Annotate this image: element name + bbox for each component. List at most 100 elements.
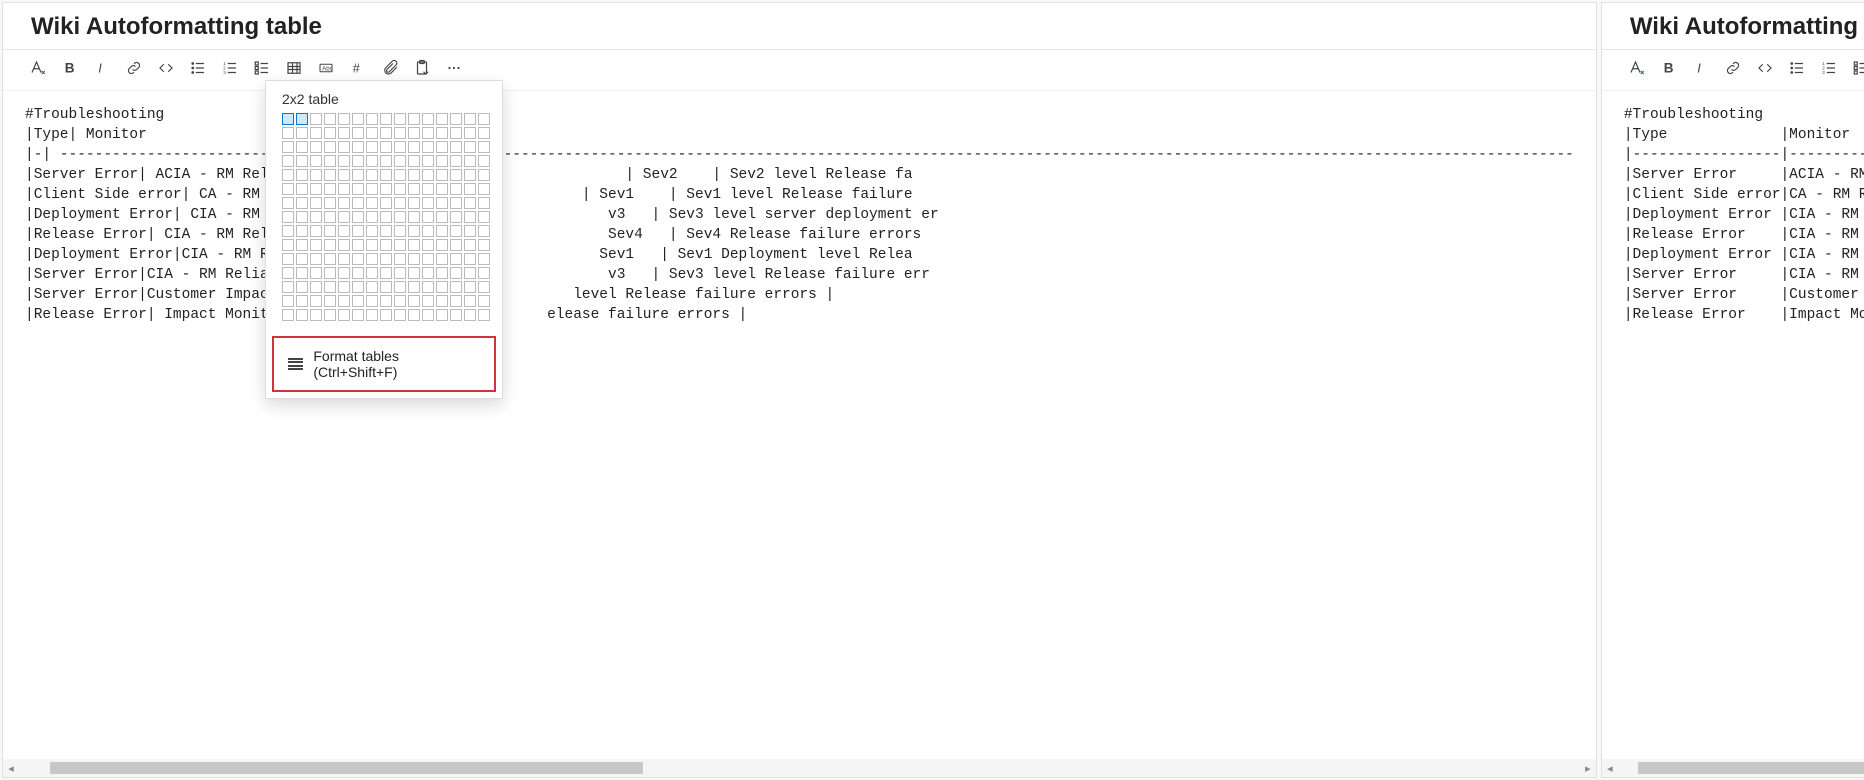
table-grid-cell[interactable] (310, 169, 322, 181)
scroll-left-arrow[interactable]: ◂ (1602, 760, 1618, 776)
table-grid-cell[interactable] (366, 253, 378, 265)
table-grid-cell[interactable] (380, 295, 392, 307)
table-grid-cell[interactable] (366, 113, 378, 125)
table-grid-cell[interactable] (380, 239, 392, 251)
table-grid-cell[interactable] (422, 309, 434, 321)
table-grid-cell[interactable] (324, 239, 336, 251)
table-grid-cell[interactable] (450, 127, 462, 139)
italic-button[interactable]: I (87, 56, 117, 84)
table-grid-cell[interactable] (408, 253, 420, 265)
table-grid-cell[interactable] (464, 281, 476, 293)
table-grid-cell[interactable] (352, 309, 364, 321)
table-grid-cell[interactable] (394, 295, 406, 307)
table-grid-cell[interactable] (338, 113, 350, 125)
table-grid-cell[interactable] (338, 281, 350, 293)
table-grid-cell[interactable] (282, 253, 294, 265)
table-grid-cell[interactable] (352, 239, 364, 251)
table-grid-cell[interactable] (310, 211, 322, 223)
table-grid-cell[interactable] (380, 113, 392, 125)
table-grid-cell[interactable] (310, 183, 322, 195)
table-grid-cell[interactable] (366, 239, 378, 251)
table-grid-cell[interactable] (464, 239, 476, 251)
table-grid-cell[interactable] (394, 113, 406, 125)
table-grid-cell[interactable] (450, 197, 462, 209)
table-grid-cell[interactable] (380, 169, 392, 181)
table-grid-cell[interactable] (296, 155, 308, 167)
table-grid-cell[interactable] (310, 239, 322, 251)
table-grid-cell[interactable] (394, 267, 406, 279)
table-grid-cell[interactable] (366, 267, 378, 279)
table-grid-cell[interactable] (422, 183, 434, 195)
table-grid-cell[interactable] (408, 113, 420, 125)
table-grid-cell[interactable] (366, 127, 378, 139)
table-grid-cell[interactable] (296, 211, 308, 223)
table-grid-cell[interactable] (422, 155, 434, 167)
scroll-left-arrow[interactable]: ◂ (3, 760, 19, 776)
table-grid-cell[interactable] (296, 183, 308, 195)
table-grid-cell[interactable] (380, 281, 392, 293)
table-grid-cell[interactable] (352, 225, 364, 237)
table-grid-cell[interactable] (408, 127, 420, 139)
table-grid-cell[interactable] (338, 197, 350, 209)
table-grid-cell[interactable] (422, 113, 434, 125)
table-grid-cell[interactable] (282, 113, 294, 125)
table-grid-cell[interactable] (324, 253, 336, 265)
numbered-list-button[interactable]: 123 (1814, 56, 1844, 84)
table-grid-cell[interactable] (366, 281, 378, 293)
table-grid-cell[interactable] (450, 183, 462, 195)
table-grid-cell[interactable] (464, 309, 476, 321)
table-grid-cell[interactable] (282, 141, 294, 153)
table-grid-cell[interactable] (422, 239, 434, 251)
table-grid-cell[interactable] (380, 127, 392, 139)
table-grid-cell[interactable] (450, 267, 462, 279)
table-grid-cell[interactable] (324, 141, 336, 153)
table-grid-cell[interactable] (324, 169, 336, 181)
table-grid-cell[interactable] (464, 169, 476, 181)
editor-area[interactable]: #Troubleshooting |Type| Monitor |-| ----… (3, 91, 1596, 777)
table-grid-cell[interactable] (464, 155, 476, 167)
task-list-button[interactable] (1846, 56, 1864, 84)
table-grid-cell[interactable] (338, 141, 350, 153)
horizontal-scrollbar[interactable]: ◂ ▸ (3, 759, 1596, 777)
table-grid-cell[interactable] (478, 183, 490, 195)
table-grid-cell[interactable] (310, 113, 322, 125)
table-grid-cell[interactable] (366, 295, 378, 307)
table-grid-cell[interactable] (310, 267, 322, 279)
table-grid-cell[interactable] (380, 155, 392, 167)
table-grid-cell[interactable] (436, 239, 448, 251)
table-grid-cell[interactable] (282, 197, 294, 209)
table-grid-cell[interactable] (352, 169, 364, 181)
table-grid-cell[interactable] (450, 309, 462, 321)
table-grid-cell[interactable] (352, 141, 364, 153)
table-grid-cell[interactable] (366, 309, 378, 321)
table-grid-cell[interactable] (394, 155, 406, 167)
table-grid-cell[interactable] (282, 239, 294, 251)
format-tables-button[interactable]: Format tables (Ctrl+Shift+F) (272, 336, 496, 392)
table-grid-cell[interactable] (436, 127, 448, 139)
table-grid-cell[interactable] (478, 169, 490, 181)
table-grid-cell[interactable] (282, 211, 294, 223)
table-grid-cell[interactable] (366, 169, 378, 181)
table-grid-cell[interactable] (296, 127, 308, 139)
table-grid-cell[interactable] (422, 295, 434, 307)
scroll-thumb[interactable] (50, 762, 643, 774)
table-grid-cell[interactable] (380, 183, 392, 195)
code-button[interactable] (151, 56, 181, 84)
table-grid-cell[interactable] (324, 197, 336, 209)
table-grid-cell[interactable] (282, 127, 294, 139)
text-style-button[interactable] (23, 56, 53, 84)
table-grid-cell[interactable] (464, 295, 476, 307)
table-grid-cell[interactable] (338, 225, 350, 237)
table-grid-cell[interactable] (296, 239, 308, 251)
table-grid-cell[interactable] (366, 155, 378, 167)
table-grid-cell[interactable] (282, 183, 294, 195)
table-grid-cell[interactable] (478, 253, 490, 265)
scroll-track[interactable] (19, 761, 1580, 775)
table-grid-cell[interactable] (450, 281, 462, 293)
table-grid-cell[interactable] (324, 155, 336, 167)
scroll-right-arrow[interactable]: ▸ (1580, 760, 1596, 776)
table-grid-cell[interactable] (352, 155, 364, 167)
table-grid-cell[interactable] (296, 169, 308, 181)
table-grid-cell[interactable] (450, 169, 462, 181)
table-grid-cell[interactable] (282, 309, 294, 321)
